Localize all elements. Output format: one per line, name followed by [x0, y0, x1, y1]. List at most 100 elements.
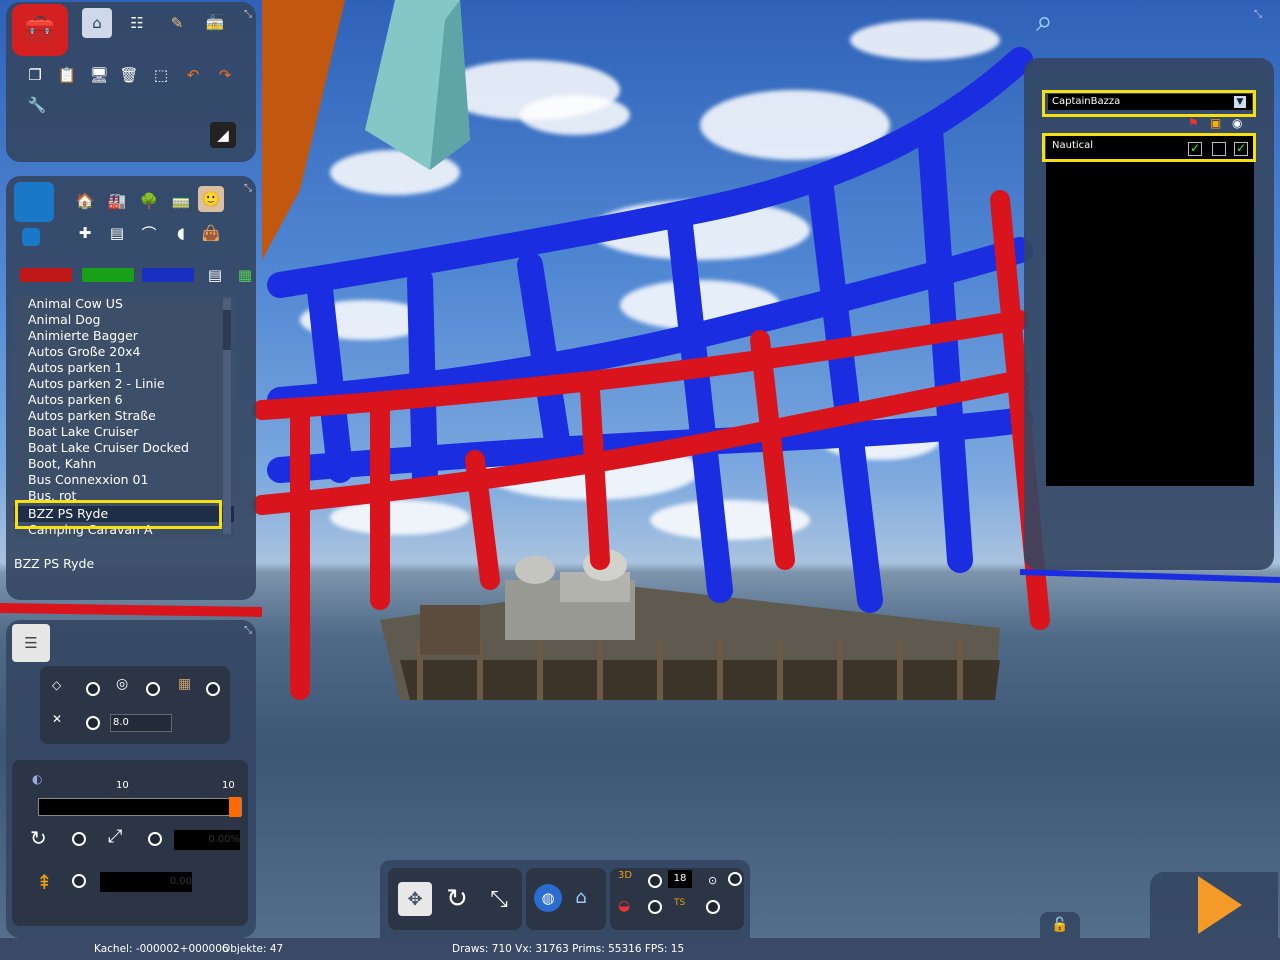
pin-icon[interactable]: ⤡	[244, 184, 254, 194]
track-icon[interactable]: ☷	[124, 10, 150, 36]
rotate-object-icon: ◎	[116, 676, 129, 692]
lock-icon[interactable]: 🔓	[1040, 912, 1080, 938]
rotate-mode-radio[interactable]	[72, 832, 86, 846]
move-icon[interactable]: ✥	[398, 882, 432, 916]
properties-icon[interactable]: ☰	[12, 624, 50, 662]
height-offset-radio[interactable]	[72, 874, 86, 888]
tree-icon[interactable]: 🌳	[136, 188, 162, 214]
scale-icon: ⤢	[108, 826, 123, 847]
crate-radio[interactable]	[206, 682, 220, 696]
slider-right-label: 10	[222, 780, 235, 791]
small-cube-icon[interactable]	[22, 228, 40, 246]
magnet-icon: ◒	[618, 898, 631, 914]
height-offset-field[interactable]: 0.00	[100, 872, 192, 892]
cube-icon[interactable]	[14, 182, 54, 222]
orbit-icon[interactable]: ↻	[440, 882, 474, 916]
camera-toolbar: ✥ ↻ ⤡ ◍ ⌂ 3D 18 ⊙ ◒ TS	[380, 860, 750, 938]
status-bar: Kachel: -000002+000006 Objekte: 47 Draws…	[0, 938, 1280, 960]
signal-icon[interactable]: ✚	[72, 220, 98, 246]
favorite-green-button[interactable]	[82, 268, 134, 282]
layer-highlight	[1042, 133, 1256, 162]
list-item[interactable]: Boot, Kahn	[14, 456, 234, 472]
undo-icon[interactable]: ↶	[180, 62, 206, 88]
screen-icon[interactable]: 🖥	[86, 62, 112, 88]
play-icon[interactable]	[1198, 876, 1242, 934]
render-stats: Draws: 710 Vx: 31763 Prims: 55316 FPS: 1…	[452, 943, 685, 955]
list-item[interactable]: Animal Dog	[14, 312, 234, 328]
list-view-icon[interactable]: ▤	[202, 262, 228, 288]
home-view-icon[interactable]: ⌂	[568, 884, 594, 910]
person-icon[interactable]: 🙂	[198, 186, 224, 212]
grid-3d-icon: 3D	[618, 870, 633, 881]
tool-options-icon[interactable]: ◢	[210, 122, 236, 148]
magnifier-icon[interactable]: ⌕	[1036, 4, 1076, 44]
selection-highlight	[15, 500, 222, 529]
slider-options: ◐ 10 10 ↻ ⤢ 0.00% ⇞ 0.00	[12, 760, 248, 926]
toggle-icon[interactable]: ◐	[32, 772, 42, 786]
list-item[interactable]: Autos parken Straße	[14, 408, 234, 424]
bridge-icon[interactable]: ⌒	[136, 220, 162, 246]
slider-thumb[interactable]	[229, 797, 241, 817]
rotate-icon: ↻	[30, 826, 47, 850]
unlock-icon: ⊙	[708, 874, 718, 887]
home-icon[interactable]: ⌂	[82, 8, 112, 38]
brush-icon[interactable]: ✎	[164, 10, 190, 36]
rotation-field[interactable]: 0.00%	[174, 830, 240, 850]
ts-radio[interactable]	[706, 900, 720, 914]
list-item[interactable]: Boat Lake Cruiser Docked	[14, 440, 234, 456]
list-item[interactable]: Autos Große 20x4	[14, 344, 234, 360]
scale-mode-radio[interactable]	[148, 832, 162, 846]
toolbox-icon[interactable]: 🧰	[12, 4, 68, 56]
pin-icon[interactable]: ⤡	[244, 626, 254, 636]
options-group: 3D 18 ⊙ ◒ TS	[610, 868, 744, 930]
zoom-icon[interactable]: ⤡	[482, 882, 516, 916]
snap-radio[interactable]	[86, 716, 100, 730]
lock-radio[interactable]	[728, 872, 742, 886]
vehicle-icon[interactable]: 🚃	[168, 188, 194, 214]
copy-icon[interactable]: ❐	[22, 62, 48, 88]
pin-icon[interactable]: ⤡	[244, 10, 254, 20]
layer-train-icon: ▣	[1210, 116, 1222, 130]
favorite-blue-button[interactable]	[142, 268, 194, 282]
wrench-icon[interactable]: 🔧	[24, 92, 50, 118]
crate-icon: ▦	[178, 676, 192, 692]
camera-mode-group: ✥ ↻ ⤡	[388, 868, 522, 930]
height-input[interactable]: 8.0	[110, 714, 172, 732]
redo-icon[interactable]: ↷	[212, 62, 238, 88]
slider-left-label: 10	[116, 780, 129, 791]
paste-icon[interactable]: 📋	[54, 62, 80, 88]
eye-icon: ◉	[1232, 116, 1243, 130]
track-object-icon[interactable]: ▤	[104, 220, 130, 246]
list-item[interactable]: Animal Cow US	[14, 296, 234, 312]
pin-icon[interactable]: ⤡	[1254, 10, 1264, 20]
main-toolbar-panel: 🧰 ⌂ ☷ ✎ 🚋 ⤡ ❐ 📋 🖥 🗑 ⬚ ↶ ↷ 🔧 ◢	[6, 2, 256, 162]
list-item[interactable]: Animierte Bagger	[14, 328, 234, 344]
object-count: Objekte: 47	[222, 943, 284, 955]
grid-radio[interactable]	[648, 874, 662, 888]
scrollbar-thumb[interactable]	[223, 310, 231, 350]
layer-list[interactable]: Nautical ✓ ✓	[1046, 136, 1254, 486]
ground-icon: ◇	[52, 678, 62, 692]
grid-view-icon[interactable]: ▦	[232, 262, 258, 288]
favorite-red-button[interactable]	[20, 268, 72, 282]
list-item[interactable]: Boat Lake Cruiser	[14, 424, 234, 440]
train-icon[interactable]: 🚋	[202, 10, 228, 36]
list-item[interactable]: Bus Connexxion 01	[14, 472, 234, 488]
size-slider[interactable]	[38, 797, 242, 817]
measure-icon[interactable]: ⬚	[148, 62, 174, 88]
ground-radio[interactable]	[86, 682, 100, 696]
bag-icon[interactable]: 👜	[198, 220, 224, 246]
height-offset-icon: ⇞	[36, 870, 53, 894]
rotate-radio[interactable]	[146, 682, 160, 696]
grid-value[interactable]: 18	[668, 870, 692, 888]
trash-icon[interactable]: 🗑	[116, 62, 142, 88]
scrollbar[interactable]	[223, 298, 231, 534]
magnet-radio[interactable]	[648, 900, 662, 914]
list-item[interactable]: Autos parken 6	[14, 392, 234, 408]
globe-icon[interactable]: ◍	[534, 884, 562, 912]
list-item[interactable]: Autos parken 2 - Linie	[14, 376, 234, 392]
industry-icon[interactable]: 🏭	[104, 188, 130, 214]
house-icon[interactable]: 🏠	[72, 188, 98, 214]
list-item[interactable]: Autos parken 1	[14, 360, 234, 376]
speaker-icon[interactable]: ◖	[168, 220, 194, 246]
